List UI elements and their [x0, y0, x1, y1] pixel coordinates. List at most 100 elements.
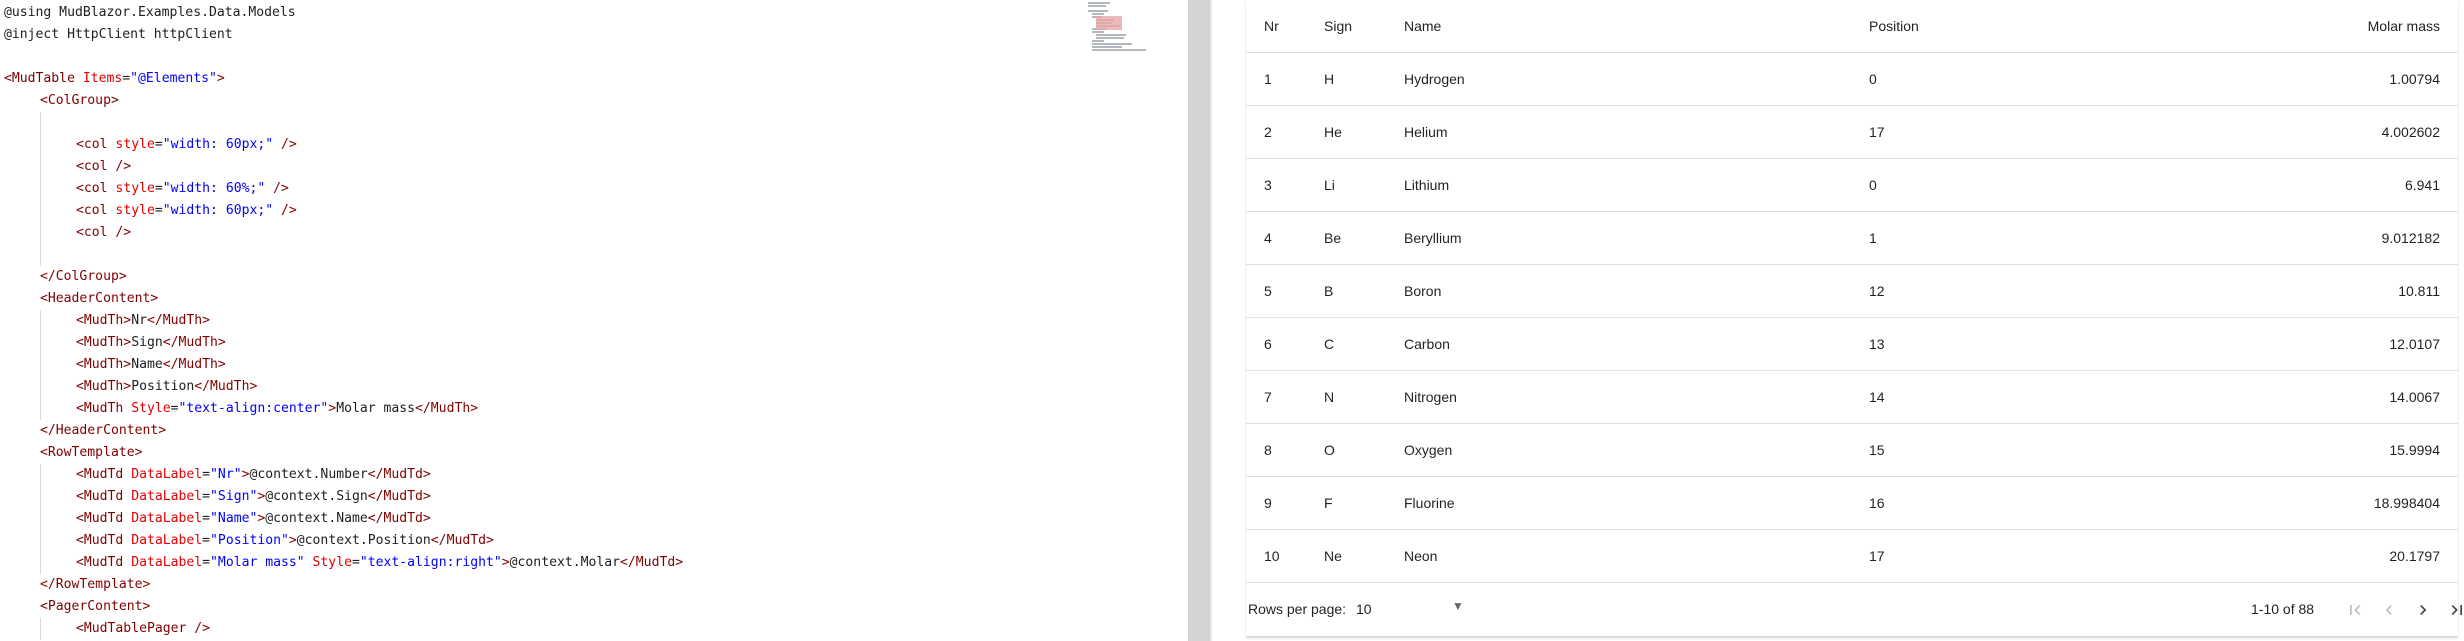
code-token-tag: <MudTh: [76, 401, 124, 416]
code-line[interactable]: <MudTh>Position</MudTh>: [4, 376, 683, 398]
code-line[interactable]: <col />: [4, 156, 683, 178]
code-editor[interactable]: @using MudBlazor.Examples.Data.Models @in…: [0, 0, 1188, 641]
table-row[interactable]: 7 N Nitrogen 14 14.0067: [1246, 370, 2458, 424]
code-token-attr: DataLabel: [123, 467, 203, 482]
code-line[interactable]: </ColGroup>: [4, 266, 683, 288]
code-token-str: "Name": [210, 511, 258, 526]
code-line[interactable]: <MudTable Items="@Elements">: [4, 68, 683, 90]
cell-nr: 5: [1246, 264, 1306, 318]
code-line[interactable]: <MudTablePager />: [4, 618, 683, 640]
code-token-tag: </MudTd>: [620, 555, 684, 570]
table-row[interactable]: 3 Li Lithium 0 6.941: [1246, 158, 2458, 212]
indent-guide: [4, 310, 40, 332]
code-token-tag: <PagerContent>: [40, 599, 151, 614]
next-page-button[interactable]: [2409, 596, 2437, 624]
first-page-button[interactable]: [2341, 596, 2369, 624]
code-token-tag: />: [273, 137, 297, 152]
code-token-punct: =: [202, 555, 211, 570]
code-token-str: "width: 60%;": [162, 181, 266, 196]
indent-guide: [40, 244, 76, 266]
first-page-icon: [2350, 605, 2361, 615]
minimap[interactable]: [1078, 2, 1170, 58]
cell-position: 17: [1851, 529, 1971, 583]
code-line[interactable]: [4, 244, 683, 266]
cell-position: 13: [1851, 317, 1971, 371]
code-token-tag: </MudTd>: [430, 533, 494, 548]
code-token-tag: >: [288, 533, 297, 548]
code-token-tag: <HeaderContent>: [40, 291, 159, 306]
cell-sign: N: [1306, 370, 1386, 424]
code-line[interactable]: <MudTd DataLabel="Nr">@context.Number</M…: [4, 464, 683, 486]
cell-name: Nitrogen: [1386, 370, 1851, 424]
cell-sign: C: [1306, 317, 1386, 371]
minimap-line: [1092, 31, 1104, 33]
cell-molar: 10.811: [1971, 264, 2458, 318]
code-line[interactable]: </HeaderContent>: [4, 420, 683, 442]
code-line[interactable]: [4, 46, 683, 68]
code-line[interactable]: <col />: [4, 222, 683, 244]
indent-guide: [4, 618, 40, 640]
code-text[interactable]: @using MudBlazor.Examples.Data.Models @in…: [4, 2, 683, 640]
code-token-str: "width: 60px;": [162, 137, 274, 152]
last-page-button[interactable]: [2443, 596, 2464, 624]
cell-sign: O: [1306, 423, 1386, 477]
code-line[interactable]: <MudTd DataLabel="Molar mass" Style="tex…: [4, 552, 683, 574]
table-row[interactable]: 9 F Fluorine 16 18.998404: [1246, 476, 2458, 530]
code-line[interactable]: <HeaderContent>: [4, 288, 683, 310]
cell-molar: 15.9994: [1971, 423, 2458, 477]
code-line[interactable]: </RowTemplate>: [4, 574, 683, 596]
indent-guide: [4, 332, 40, 354]
code-token-plain: Position: [131, 379, 195, 394]
indent-guide: [40, 552, 76, 574]
table-row[interactable]: 10 Ne Neon 17 20.1797: [1246, 529, 2458, 583]
code-line[interactable]: @using MudBlazor.Examples.Data.Models: [4, 2, 683, 24]
code-line[interactable]: <MudTh>Name</MudTh>: [4, 354, 683, 376]
code-token-attr: DataLabel: [123, 489, 203, 504]
indent-guide: [4, 398, 40, 420]
code-line[interactable]: <MudTh>Nr</MudTh>: [4, 310, 683, 332]
table-row[interactable]: 2 He Helium 17 4.002602: [1246, 105, 2458, 159]
table-row[interactable]: 8 O Oxygen 15 15.9994: [1246, 423, 2458, 477]
table-row[interactable]: 5 B Boron 12 10.811: [1246, 264, 2458, 318]
code-line[interactable]: <MudTh>Sign</MudTh>: [4, 332, 683, 354]
code-line[interactable]: <MudTd DataLabel="Name">@context.Name</M…: [4, 508, 683, 530]
indent-guide: [4, 222, 40, 244]
code-line[interactable]: <RowTemplate>: [4, 442, 683, 464]
code-line[interactable]: <col style="width: 60px;" />: [4, 200, 683, 222]
code-token-tag: <MudTh>: [76, 357, 132, 372]
table-row[interactable]: 6 C Carbon 13 12.0107: [1246, 317, 2458, 371]
cell-sign: Li: [1306, 158, 1386, 212]
code-line[interactable]: <MudTh Style="text-align:center">Molar m…: [4, 398, 683, 420]
code-line[interactable]: <PagerContent>: [4, 596, 683, 618]
editor-vertical-scrollbar[interactable]: [1188, 0, 1210, 641]
code-token-punct: =: [351, 555, 360, 570]
code-token-attr: style: [107, 203, 155, 218]
code-line[interactable]: <col style="width: 60%;" />: [4, 178, 683, 200]
header-molar-mass: Molar mass: [1971, 0, 2458, 53]
table-row[interactable]: 4 Be Beryllium 1 9.012182: [1246, 211, 2458, 265]
code-token-tag: </MudTd>: [367, 511, 431, 526]
table-row[interactable]: 1 H Hydrogen 0 1.00794: [1246, 52, 2458, 106]
cell-nr: 2: [1246, 105, 1306, 159]
minimap-line: [1092, 13, 1104, 15]
code-token-punct: =: [202, 489, 211, 504]
code-line[interactable]: @inject HttpClient httpClient: [4, 24, 683, 46]
code-line[interactable]: <ColGroup>: [4, 90, 683, 112]
code-token-attr: Items: [74, 71, 123, 86]
previous-page-button[interactable]: [2375, 596, 2403, 624]
code-line[interactable]: <col style="width: 60px;" />: [4, 134, 683, 156]
code-token-tag: </MudTh>: [146, 313, 211, 328]
code-token-tag: <MudTh>: [76, 335, 132, 350]
code-token-attr: style: [107, 181, 155, 196]
indent-guide: [40, 398, 76, 420]
code-token-plain: @context.Number: [249, 467, 368, 482]
minimap-line: [1092, 49, 1146, 51]
minimap-line: [1096, 34, 1126, 36]
code-token-tag: >: [501, 555, 510, 570]
code-line[interactable]: <MudTd DataLabel="Position">@context.Pos…: [4, 530, 683, 552]
code-token-tag: <col />: [76, 159, 132, 174]
indent-guide: [4, 244, 40, 266]
code-line[interactable]: <MudTd DataLabel="Sign">@context.Sign</M…: [4, 486, 683, 508]
code-token-str: "Position": [210, 533, 289, 548]
code-line[interactable]: [4, 112, 683, 134]
